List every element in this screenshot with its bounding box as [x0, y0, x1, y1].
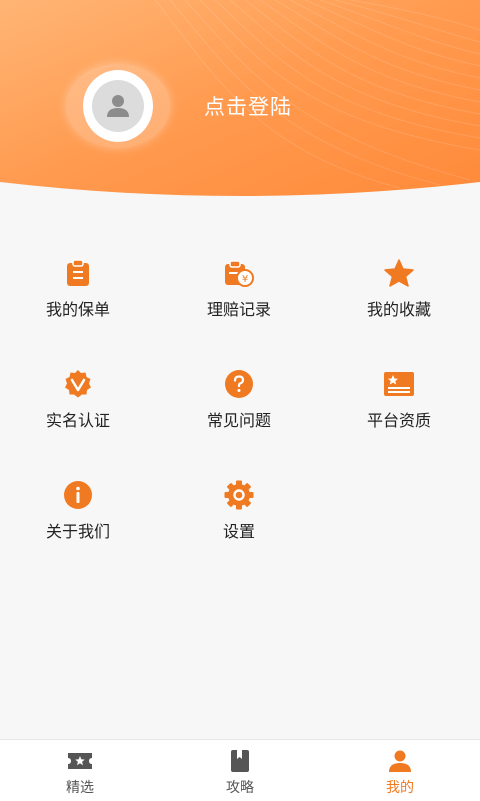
menu-item-my-favorites[interactable]: 我的收藏 [334, 256, 464, 336]
question-icon [222, 367, 256, 401]
book-icon [226, 749, 254, 773]
menu-label: 关于我们 [45, 524, 110, 541]
nav-tab-label: 我的 [386, 779, 414, 795]
person-icon [386, 749, 414, 773]
menu-item-faq[interactable]: 常见问题 [174, 367, 304, 447]
menu-label: 设置 [222, 524, 255, 541]
menu-label: 平台资质 [366, 413, 431, 430]
nav-tab-label: 精选 [66, 779, 94, 795]
profile-header: 点击登陆 [0, 0, 480, 205]
bottom-navigation: 精选 攻略 我的 [0, 739, 480, 801]
nav-tab-mine[interactable]: 我的 [320, 740, 480, 801]
claim-receipt-yen-icon: ¥ [222, 256, 256, 290]
menu-item-real-name-verification[interactable]: 实名认证 [13, 367, 143, 447]
menu-item-claim-records[interactable]: ¥ 理赔记录 [174, 256, 304, 336]
menu-item-about-us[interactable]: 关于我们 [13, 478, 143, 558]
verified-badge-icon [61, 367, 95, 401]
gear-icon [222, 478, 256, 512]
clipboard-icon [61, 256, 95, 290]
menu-label: 我的收藏 [366, 302, 431, 319]
svg-text:¥: ¥ [242, 274, 248, 285]
menu-label: 实名认证 [45, 413, 110, 430]
menu-item-my-policies[interactable]: 我的保单 [13, 256, 143, 336]
avatar[interactable] [66, 64, 170, 148]
info-icon [61, 478, 95, 512]
star-icon [382, 256, 416, 290]
menu-item-settings[interactable]: 设置 [174, 478, 304, 558]
menu-item-platform-qualifications[interactable]: 平台资质 [334, 367, 464, 447]
nav-tab-featured[interactable]: 精选 [0, 740, 160, 801]
avatar-placeholder [92, 80, 144, 132]
menu-label: 理赔记录 [206, 302, 271, 319]
user-avatar-placeholder-icon [107, 95, 129, 117]
nav-tab-label: 攻略 [226, 779, 254, 795]
login-link[interactable]: 点击登陆 [204, 91, 292, 121]
menu-label: 常见问题 [206, 413, 271, 430]
nav-tab-guides[interactable]: 攻略 [160, 740, 320, 801]
certificate-icon [382, 367, 416, 401]
ticket-star-icon [66, 749, 94, 773]
menu-label: 我的保单 [45, 302, 110, 319]
